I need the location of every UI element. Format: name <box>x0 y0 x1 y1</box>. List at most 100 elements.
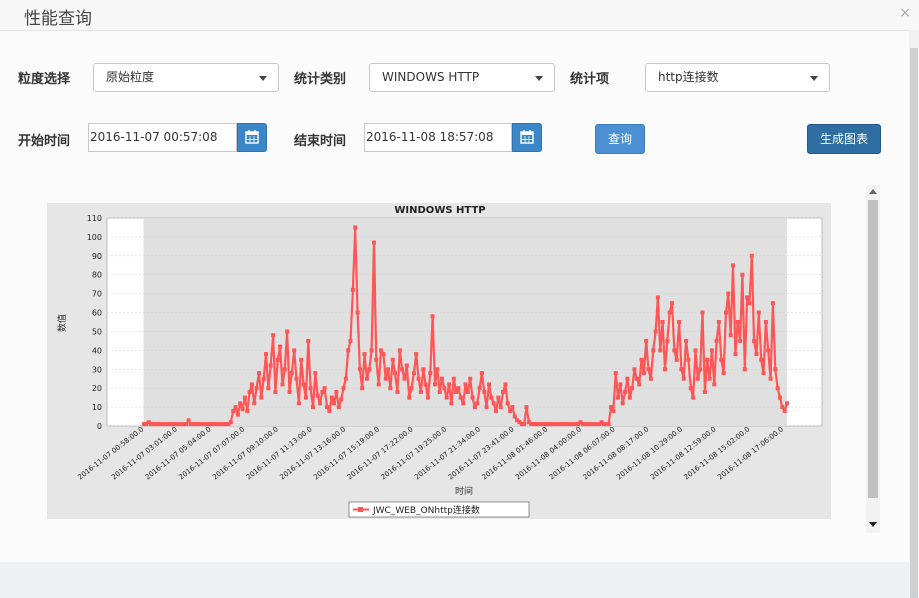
data-point <box>435 367 440 372</box>
stat-item-select[interactable]: http连接数 <box>645 63 830 92</box>
end-calendar-button[interactable] <box>512 123 542 152</box>
y-tick-label: 50 <box>92 327 102 336</box>
close-icon[interactable]: × <box>899 5 911 21</box>
data-point <box>738 338 743 343</box>
data-point <box>238 401 243 406</box>
data-point <box>691 395 696 400</box>
data-point <box>655 295 660 300</box>
data-point <box>613 371 618 376</box>
data-point <box>301 382 306 387</box>
x-tick-label: 2016-11-07 00:58:00.0 <box>76 425 145 481</box>
data-point <box>679 367 684 372</box>
x-tick-label: 2016-11-08 15:02:00.0 <box>683 425 752 481</box>
data-point <box>376 382 381 387</box>
y-tick-label: 40 <box>92 346 102 355</box>
y-tick-label: 30 <box>92 365 102 374</box>
data-point <box>611 408 616 413</box>
data-point <box>707 376 712 381</box>
scroll-up-icon[interactable] <box>869 189 877 194</box>
data-point <box>266 386 271 391</box>
data-point <box>254 386 259 391</box>
data-point <box>362 352 367 357</box>
data-point <box>428 371 433 376</box>
y-tick-label: 70 <box>92 290 102 299</box>
data-point <box>472 405 477 410</box>
data-point <box>456 386 461 391</box>
data-point <box>496 395 501 400</box>
x-axis-label: 时间 <box>455 485 473 497</box>
data-point <box>716 320 721 324</box>
x-tick-label: 2016-11-08 10:29:00.0 <box>615 425 684 481</box>
y-tick-label: 80 <box>92 271 102 280</box>
data-point <box>724 310 728 315</box>
data-point <box>524 405 529 410</box>
start-time-input[interactable]: 2016-11-07 00:57:08 <box>88 123 237 152</box>
data-point <box>400 367 405 372</box>
category-select[interactable]: WINDOWS HTTP <box>369 63 555 92</box>
data-point <box>381 352 386 357</box>
y-tick-label: 90 <box>92 252 102 261</box>
data-point <box>299 357 304 362</box>
data-point <box>245 408 250 413</box>
y-tick-label: 100 <box>87 233 102 242</box>
data-point <box>510 405 515 410</box>
data-point <box>280 382 285 387</box>
data-point <box>749 253 754 258</box>
chevron-down-icon <box>259 76 267 81</box>
data-point <box>264 352 268 357</box>
page-scrollbar-thumb[interactable] <box>910 48 918 598</box>
data-point <box>383 376 388 381</box>
granularity-select[interactable]: 原始粒度 <box>93 63 279 92</box>
x-tick-label: 2016-11-07 19:25:00.0 <box>380 425 449 481</box>
data-point <box>665 338 670 343</box>
data-point <box>653 329 658 334</box>
data-point <box>329 395 334 400</box>
data-point <box>489 395 494 400</box>
dialog-title: 性能查询 <box>24 9 92 29</box>
data-point <box>648 376 653 381</box>
data-point <box>313 371 318 376</box>
data-point <box>364 376 369 381</box>
data-point <box>259 395 264 400</box>
data-point <box>627 395 632 400</box>
data-point <box>484 405 489 410</box>
data-point <box>275 357 280 362</box>
data-point <box>684 338 689 343</box>
chart-title: WINDOWS HTTP <box>394 205 485 216</box>
chart-scrollbar[interactable] <box>866 185 880 533</box>
query-button[interactable]: 查询 <box>595 124 645 154</box>
data-point <box>426 395 430 400</box>
start-calendar-button[interactable] <box>237 123 267 152</box>
end-time-input[interactable]: 2016-11-08 18:57:08 <box>364 123 512 152</box>
data-point <box>454 390 459 394</box>
data-point <box>508 408 513 413</box>
data-point <box>369 348 374 353</box>
granularity-label: 粒度选择 <box>18 72 71 87</box>
data-point <box>320 390 325 394</box>
x-tick-label: 2016-11-07 21:34:00.0 <box>413 425 482 481</box>
data-point <box>763 320 768 324</box>
data-point <box>773 367 778 372</box>
data-point <box>475 401 480 406</box>
data-point <box>423 382 428 387</box>
data-point <box>754 352 759 357</box>
data-point <box>278 344 283 349</box>
x-tick-label: 2016-11-07 11:13:00.0 <box>245 425 314 481</box>
data-point <box>465 390 470 394</box>
chart-legend: JWC_WEB_ONhttp连接数 <box>348 501 530 518</box>
scroll-down-icon[interactable] <box>869 522 877 527</box>
page-scrollbar[interactable] <box>909 30 919 598</box>
data-point <box>339 397 344 402</box>
data-point <box>698 367 703 372</box>
calendar-icon <box>520 130 534 144</box>
chart-scrollbar-thumb[interactable] <box>868 200 878 498</box>
data-point <box>355 310 360 315</box>
data-point <box>625 376 630 381</box>
x-tick-label: 2016-11-08 08:17:00.0 <box>582 425 651 481</box>
data-point <box>261 376 266 381</box>
x-tick-label: 2016-11-07 09:10:00.0 <box>211 425 280 481</box>
data-point <box>681 376 686 381</box>
data-point <box>667 310 672 315</box>
stat-item-label: 统计项 <box>570 72 610 87</box>
generate-chart-button[interactable]: 生成图表 <box>807 124 881 154</box>
